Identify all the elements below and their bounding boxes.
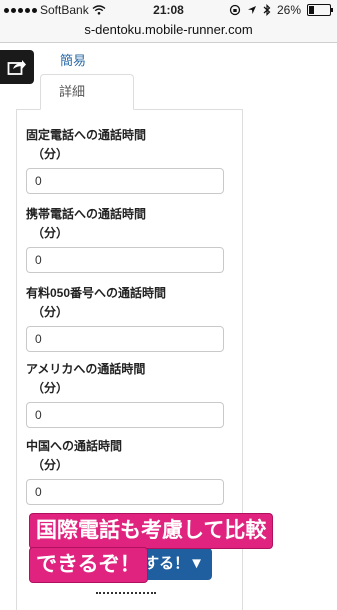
china-minutes-input[interactable]: [26, 479, 224, 505]
field-label: 固定電話への通話時間: [26, 128, 147, 142]
rotation-lock-icon: [229, 4, 241, 16]
field-label: 携帯電話への通話時間: [26, 207, 147, 221]
field-label: 有料050番号への通話時間: [26, 286, 167, 300]
field-unit: （分）: [32, 226, 69, 240]
field-unit: （分）: [32, 381, 69, 395]
field-unit: （分）: [32, 458, 69, 472]
mobile-minutes-input[interactable]: [26, 247, 224, 273]
050-minutes-input[interactable]: [26, 326, 224, 352]
location-icon: [247, 6, 256, 14]
field-mobile: 携帯電話への通話時間 （分）: [26, 205, 236, 273]
share-button[interactable]: [0, 50, 34, 84]
field-label: 中国への通話時間: [26, 439, 123, 453]
field-usa: アメリカへの通話時間 （分）: [26, 360, 236, 428]
share-icon: [7, 60, 26, 75]
landline-minutes-input[interactable]: [26, 168, 224, 194]
tab-simple[interactable]: 簡易: [60, 50, 86, 69]
address-bar[interactable]: s-dentoku.mobile-runner.com: [0, 20, 337, 43]
field-china: 中国への通話時間 （分）: [26, 437, 236, 505]
field-050: 有料050番号への通話時間 （分）: [26, 284, 236, 352]
tab-detail[interactable]: 詳細: [40, 74, 134, 110]
page-bottom-edge: [96, 592, 156, 600]
status-icons: 26%: [229, 0, 333, 20]
caption-line-1: 国際電話も考慮して比較: [30, 514, 273, 548]
field-unit: （分）: [32, 147, 69, 161]
usa-minutes-input[interactable]: [26, 402, 224, 428]
bluetooth-icon: [263, 4, 271, 16]
battery-icon: [307, 4, 333, 16]
overlay-caption: 国際電話も考慮して比較 できるぞ！: [30, 514, 273, 582]
status-bar: SoftBank 21:08 26%: [0, 0, 337, 20]
caption-line-2: できるぞ！: [30, 548, 147, 582]
field-label: アメリカへの通話時間: [26, 362, 146, 376]
field-landline: 固定電話への通話時間 （分）: [26, 126, 236, 194]
battery-percent: 26%: [276, 3, 301, 17]
field-unit: （分）: [32, 305, 69, 319]
